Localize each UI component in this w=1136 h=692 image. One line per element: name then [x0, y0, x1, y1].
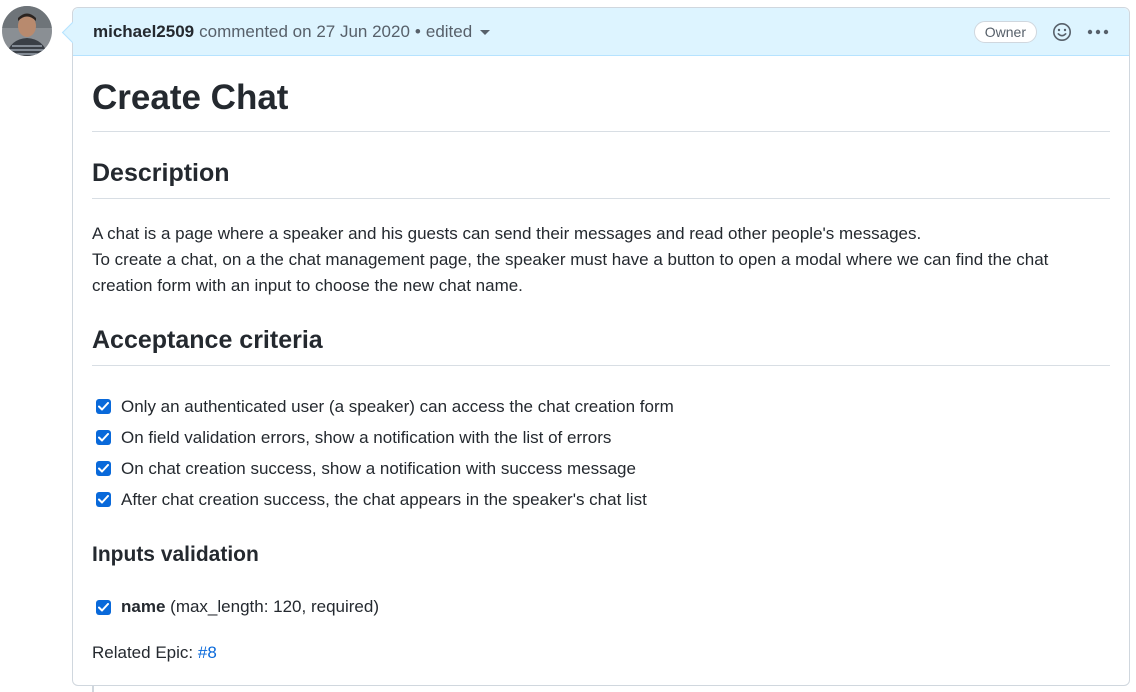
task-item: name (max_length: 120, required) [96, 592, 1110, 623]
related-epic-link[interactable]: #8 [198, 643, 217, 662]
input-field-rule: (max_length: 120, required) [170, 597, 379, 616]
acceptance-criteria-heading: Acceptance criteria [92, 325, 1110, 367]
checkbox-checked[interactable] [96, 461, 111, 477]
timeline-line [92, 686, 94, 692]
task-item: On field validation errors, show a notif… [96, 422, 1110, 453]
acceptance-criteria-list: Only an authenticated user (a speaker) c… [92, 391, 1110, 515]
task-label: On field validation errors, show a notif… [121, 427, 612, 447]
task-item: Only an authenticated user (a speaker) c… [96, 391, 1110, 422]
avatar[interactable] [2, 6, 52, 56]
issue-title: Create Chat [92, 76, 1110, 132]
task-label: Only an authenticated user (a speaker) c… [121, 396, 674, 416]
inputs-validation-list: name (max_length: 120, required) [92, 592, 1110, 623]
description-heading: Description [92, 158, 1110, 199]
author-link[interactable]: michael2509 [93, 22, 194, 42]
comment-header: michael2509 commented on 27 Jun 2020 • e… [73, 8, 1129, 56]
issue-comment: michael2509 commented on 27 Jun 2020 • e… [72, 7, 1130, 686]
inputs-validation-heading: Inputs validation [92, 543, 259, 567]
input-field-name: name [121, 597, 166, 616]
comment-body: Create Chat Description A chat is a page… [73, 56, 1129, 666]
edited-label: edited [425, 21, 473, 41]
kebab-horizontal-icon[interactable] [1087, 21, 1109, 43]
edited-dropdown[interactable]: edited [425, 21, 491, 42]
comment-timestamp[interactable]: commented on 27 Jun 2020 [199, 22, 410, 42]
description-line-1: A chat is a page where a speaker and his… [92, 224, 922, 243]
task-item: After chat creation success, the chat ap… [96, 484, 1110, 515]
checkbox-checked[interactable] [96, 492, 111, 508]
task-item: On chat creation success, show a notific… [96, 453, 1110, 484]
description-line-2: To create a chat, on a the chat manageme… [92, 250, 1049, 295]
related-epic-label: Related Epic: [92, 642, 194, 662]
smiley-icon[interactable] [1051, 21, 1073, 43]
task-label: After chat creation success, the chat ap… [121, 489, 647, 509]
related-epic: Related Epic: #8 [92, 640, 1110, 666]
owner-badge: Owner [973, 20, 1037, 43]
checkbox-checked[interactable] [96, 399, 111, 415]
checkbox-checked[interactable] [96, 599, 111, 615]
chevron-down-icon [480, 30, 491, 35]
separator: • [414, 21, 421, 41]
task-label: On chat creation success, show a notific… [121, 458, 636, 478]
checkbox-checked[interactable] [96, 430, 111, 446]
